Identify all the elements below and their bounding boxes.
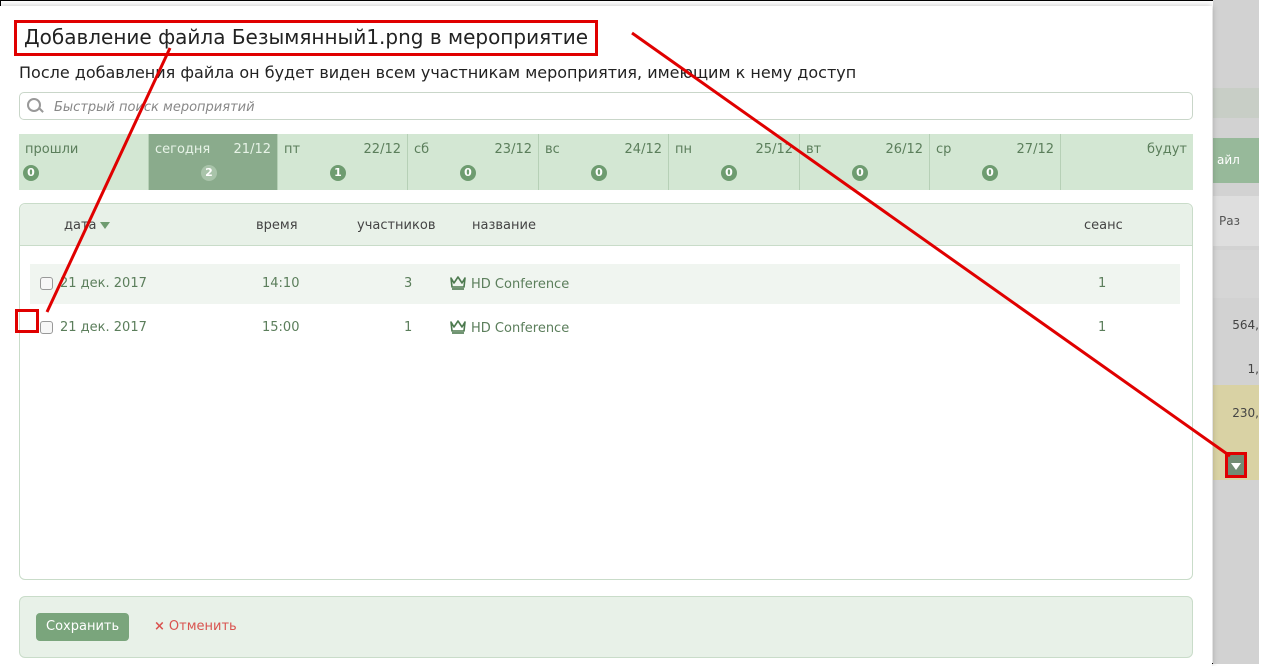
background-row: [1213, 250, 1259, 298]
count-badge: 0: [982, 165, 998, 181]
row-checkbox[interactable]: [40, 277, 53, 290]
background-header: айл: [1213, 138, 1259, 183]
cancel-label: Отменить: [168, 619, 237, 634]
tab-past[interactable]: прошли 0: [19, 134, 149, 190]
tab-date: 24/12: [624, 142, 662, 157]
tab-today[interactable]: сегодня 21/12 2: [149, 134, 278, 190]
row-date: 21 дек. 2017: [60, 320, 147, 335]
sort-desc-icon: [99, 222, 110, 229]
tab-tue[interactable]: вт 26/12 0: [800, 134, 930, 190]
background-strip: [1213, 88, 1259, 118]
row-session: 1: [1098, 276, 1107, 291]
tab-date: 26/12: [885, 142, 923, 157]
crown-icon: [450, 320, 466, 334]
row-participants: 3: [404, 276, 413, 291]
search-box[interactable]: [19, 92, 1193, 120]
tab-label: сегодня: [155, 142, 211, 157]
save-button[interactable]: Сохранить: [36, 613, 130, 641]
row-session: 1: [1098, 320, 1107, 335]
column-header-date[interactable]: дата: [64, 218, 110, 233]
tab-date: 21/12: [233, 142, 271, 157]
column-header-session[interactable]: сеанс: [1084, 218, 1123, 233]
modal-subtitle: После добавления файла он будет виден вс…: [19, 63, 857, 82]
column-header-name[interactable]: название: [472, 218, 536, 233]
tab-sat[interactable]: сб 23/12 0: [408, 134, 539, 190]
count-badge: 0: [721, 165, 737, 181]
tab-label: ср: [936, 142, 952, 157]
tab-sun[interactable]: вс 24/12 0: [539, 134, 669, 190]
row-participants: 1: [404, 320, 413, 335]
tab-label: будут: [1147, 142, 1187, 157]
tab-wed[interactable]: ср 27/12 0: [930, 134, 1061, 190]
table-header: дата время участников название сеанс: [20, 204, 1192, 246]
tab-date: 23/12: [494, 142, 532, 157]
tab-fri[interactable]: пт 22/12 1: [278, 134, 408, 190]
add-file-modal: Добавление файла Безымянный1.png в мероп…: [0, 6, 1212, 666]
tab-label: сб: [414, 142, 430, 157]
tab-mon[interactable]: пн 25/12 0: [669, 134, 800, 190]
modal-footer: Сохранить × Отменить: [19, 596, 1193, 658]
search-icon: [27, 98, 41, 112]
tab-label: вс: [545, 142, 560, 157]
close-icon: ×: [154, 619, 165, 634]
dropdown-arrow-button[interactable]: [1225, 452, 1247, 478]
row-date: 21 дек. 2017: [60, 276, 147, 291]
modal-title: Добавление файла Безымянный1.png в мероп…: [14, 20, 599, 56]
tab-date: 27/12: [1016, 142, 1054, 157]
checkbox-highlight: [15, 309, 39, 333]
column-header-label: дата: [64, 218, 97, 233]
column-header-participants[interactable]: участников: [357, 218, 435, 233]
background-value: 230,: [1232, 406, 1259, 420]
count-badge: 0: [23, 165, 39, 181]
tab-label: прошли: [25, 142, 79, 157]
row-name[interactable]: HD Conference: [450, 276, 569, 292]
background-value: 1,: [1247, 362, 1259, 376]
tab-future[interactable]: будут: [1061, 134, 1193, 190]
crown-icon: [450, 276, 466, 290]
row-name[interactable]: HD Conference: [450, 320, 569, 336]
count-badge: 2: [201, 165, 217, 181]
count-badge: 0: [852, 165, 868, 181]
tab-label: пн: [675, 142, 692, 157]
tab-label: вт: [806, 142, 822, 157]
event-name: HD Conference: [471, 321, 570, 336]
cancel-button[interactable]: × Отменить: [154, 619, 237, 634]
row-time: 15:00: [262, 320, 300, 335]
tab-date: 22/12: [363, 142, 401, 157]
search-input[interactable]: [52, 96, 1156, 118]
table-row[interactable]: 21 дек. 2017 15:00 1 HD Conference 1: [30, 308, 1180, 348]
row-time: 14:10: [262, 276, 300, 291]
count-badge: 0: [591, 165, 607, 181]
event-name: HD Conference: [471, 277, 570, 292]
column-header-time[interactable]: время: [256, 218, 298, 233]
background-value: 564,: [1232, 318, 1259, 332]
tab-date: 25/12: [755, 142, 793, 157]
day-tabs: прошли 0 сегодня 21/12 2 пт 22/12 1 сб 2…: [19, 134, 1193, 190]
count-badge: 0: [460, 165, 476, 181]
row-checkbox[interactable]: [40, 321, 53, 334]
table-row[interactable]: 21 дек. 2017 14:10 3 HD Conference 1: [30, 264, 1180, 304]
tab-label: пт: [284, 142, 301, 157]
background-column-header: Раз: [1213, 196, 1259, 246]
events-list: дата время участников название сеанс 21 …: [19, 203, 1193, 580]
count-badge: 1: [330, 165, 346, 181]
